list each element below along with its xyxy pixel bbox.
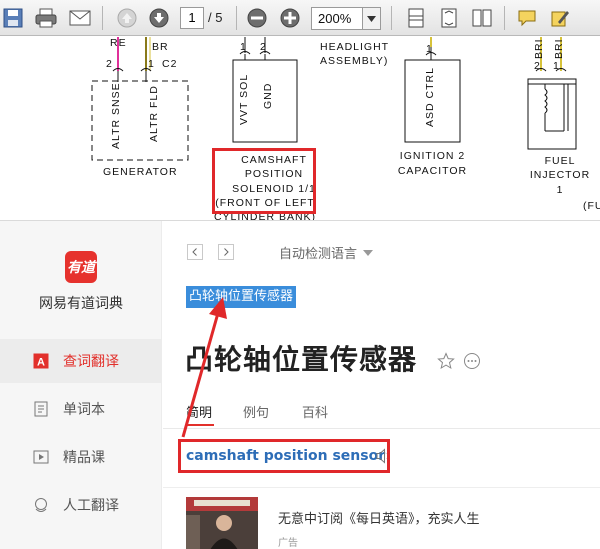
tab-encyclopedia[interactable]: 百科 — [302, 402, 328, 421]
wire-label: RE — [110, 37, 127, 49]
fit-page-icon[interactable] — [436, 5, 462, 31]
highlight-pen-icon[interactable] — [547, 5, 573, 31]
altr-snse-label: ALTR SNSE — [110, 82, 122, 149]
wire-label: C2 — [162, 58, 178, 70]
asd-ctrl-label: ASD CTRL — [424, 67, 436, 127]
toolbar-separator — [102, 6, 103, 30]
comment-icon[interactable] — [514, 5, 540, 31]
sidebar-item-label: 人工翻译 — [63, 498, 119, 514]
page-number-input[interactable]: 1 — [180, 7, 204, 29]
pin-label: 1 — [553, 60, 560, 72]
main-panel: 自动检测语言 凸轮轴位置传感器 凸轮轴位置传感器 简明 例句 百科 camsha… — [163, 221, 600, 549]
pin-label: 2 — [534, 60, 541, 72]
toolbar-separator — [504, 6, 505, 30]
camshaft-annotation-box — [212, 148, 316, 214]
page-total: / 5 — [208, 10, 223, 25]
pdf-toolbar: 1 / 5 200% — [0, 0, 600, 36]
headlight-label: ASSEMBLY) — [320, 55, 389, 67]
next-page-icon[interactable] — [146, 5, 172, 31]
fuel-injector-label: 1 — [556, 184, 564, 196]
tab-examples[interactable]: 例句 — [243, 402, 269, 421]
pin-label: 2 — [260, 41, 267, 53]
zoom-value: 200% — [318, 11, 352, 26]
sidebar-item-label: 单词本 — [63, 402, 105, 418]
wordbook-icon — [33, 401, 49, 417]
sidebar-item-label: 精品课 — [63, 450, 105, 466]
fuel-injector-label: INJECTOR — [529, 169, 591, 181]
gnd-label: GND — [262, 82, 274, 109]
chevron-left-icon — [192, 248, 197, 256]
sidebar-item-translate[interactable]: A 查词翻译 — [0, 339, 162, 383]
altr-fld-label: ALTR FLD — [148, 85, 160, 142]
wire-label: BRI — [533, 38, 545, 59]
two-page-icon[interactable] — [469, 5, 495, 31]
fuel-injector-label: FUEL — [544, 155, 576, 167]
forward-button[interactable] — [218, 244, 234, 260]
vvt-sol-label: VVT SOL — [238, 73, 250, 125]
youdao-dictionary-window: 有道 网易有道词典 A 查词翻译 单词本 精品课 人工翻译 自动检测语言 凸轮轴… — [0, 220, 600, 549]
human-translate-icon — [33, 497, 49, 513]
fuel-edge-label: (FU — [583, 200, 600, 212]
translate-icon: A — [33, 353, 49, 369]
language-select[interactable]: 自动检测语言 — [279, 243, 374, 262]
sidebar-item-course[interactable]: 精品课 — [0, 435, 162, 479]
zoom-select[interactable]: 200% — [311, 7, 381, 30]
pdf-page: RE BR C2 2 1 ALTR SNSE ALTR FLD GENERATO… — [0, 37, 600, 220]
course-icon — [33, 449, 49, 465]
star-icon[interactable] — [437, 352, 455, 370]
zoom-in-icon[interactable] — [277, 5, 303, 31]
divider — [163, 487, 600, 488]
chevron-right-icon — [224, 248, 229, 256]
svg-text:A: A — [37, 357, 45, 369]
fit-width-icon[interactable] — [403, 5, 429, 31]
previous-page-icon[interactable] — [114, 5, 140, 31]
wire-label: BRI — [553, 38, 565, 59]
pin-label: 1 — [240, 41, 247, 53]
language-select-value: 自动检测语言 — [279, 247, 358, 262]
wire-label: BR — [152, 41, 169, 53]
chevron-down-icon — [363, 249, 374, 256]
pin-label: 2 — [106, 58, 113, 70]
print-icon[interactable] — [33, 5, 59, 31]
pin-label: 1 — [148, 58, 155, 70]
sidebar: 有道 网易有道词典 A 查词翻译 单词本 精品课 人工翻译 — [0, 221, 162, 549]
sidebar-item-label: 查词翻译 — [63, 354, 119, 370]
ignition-label: IGNITION 2 — [399, 150, 466, 162]
ignition-label: CAPACITOR — [397, 165, 468, 177]
youdao-logo: 有道 — [65, 251, 97, 283]
email-icon[interactable] — [67, 5, 93, 31]
more-icon[interactable] — [463, 352, 481, 370]
sidebar-item-wordbook[interactable]: 单词本 — [0, 387, 162, 431]
app-name: 网易有道词典 — [39, 296, 123, 312]
ad-label: 广告 — [278, 538, 298, 549]
generator-label: GENERATOR — [103, 166, 178, 178]
pin-label: 1 — [426, 43, 433, 55]
save-icon[interactable] — [0, 5, 26, 31]
chevron-down-icon[interactable] — [362, 8, 380, 29]
sidebar-item-human-translate[interactable]: 人工翻译 — [0, 483, 162, 527]
ad-text[interactable]: 无意中订阅《每日英语》，充实人生 — [278, 508, 480, 527]
annotation-arrow — [181, 297, 227, 438]
ad-image[interactable] — [186, 497, 258, 549]
toolbar-separator — [236, 6, 237, 30]
back-button[interactable] — [187, 244, 203, 260]
toolbar-separator — [391, 6, 392, 30]
zoom-out-icon[interactable] — [244, 5, 270, 31]
headlight-label: HEADLIGHT — [320, 41, 390, 53]
